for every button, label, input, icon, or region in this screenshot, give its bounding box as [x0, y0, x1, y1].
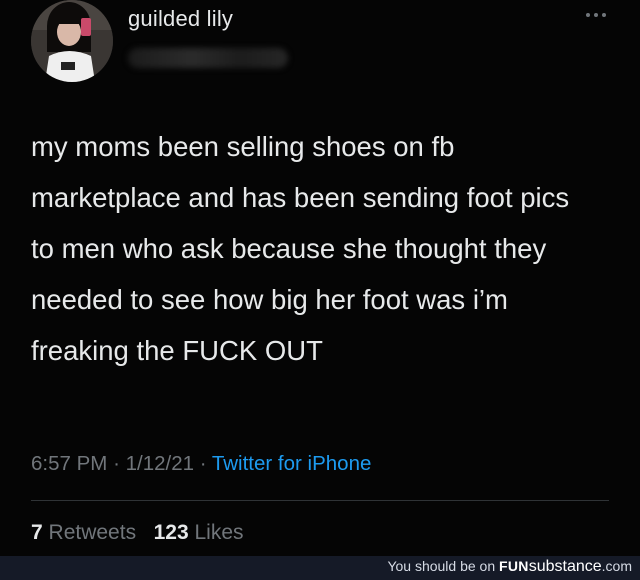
watermark-brand-tld: .com [601, 558, 632, 574]
divider [31, 500, 609, 501]
tweet-date[interactable]: 1/12/21 [126, 452, 194, 475]
tweet-stats: 7 Retweets 123 Likes [31, 521, 244, 545]
watermark-brand-rest: substance [528, 558, 602, 575]
retweets-stat[interactable]: 7 Retweets [31, 521, 142, 544]
likes-label: Likes [194, 521, 244, 544]
avatar-image [31, 0, 113, 82]
watermark-footer: You should be on FUNsubstance.com [0, 556, 640, 580]
likes-count: 123 [153, 521, 189, 544]
watermark-tagline: You should be on [387, 558, 496, 574]
retweets-label: Retweets [48, 521, 137, 544]
blurred-handle [128, 48, 288, 68]
avatar[interactable] [31, 0, 113, 82]
meta-separator: · [199, 452, 207, 475]
likes-stat[interactable]: 123 Likes [154, 521, 244, 544]
display-name[interactable]: guilded lily [128, 6, 233, 32]
tweet-time[interactable]: 6:57 PM [31, 452, 107, 475]
retweets-count: 7 [31, 521, 43, 544]
tweet-source-link[interactable]: Twitter for iPhone [212, 452, 372, 475]
watermark-text: You should be on FUNsubstance.com [387, 558, 632, 576]
tweet-card: guilded lily my moms been selling shoes … [0, 0, 640, 556]
tweet-meta: 6:57 PM · 1/12/21 · Twitter for iPhone [31, 452, 371, 476]
watermark-brand-bold: FUN [499, 558, 529, 574]
tweet-text: my moms been selling shoes on fb marketp… [31, 131, 570, 366]
more-dots-icon[interactable] [584, 8, 608, 22]
meta-separator: · [113, 452, 120, 475]
